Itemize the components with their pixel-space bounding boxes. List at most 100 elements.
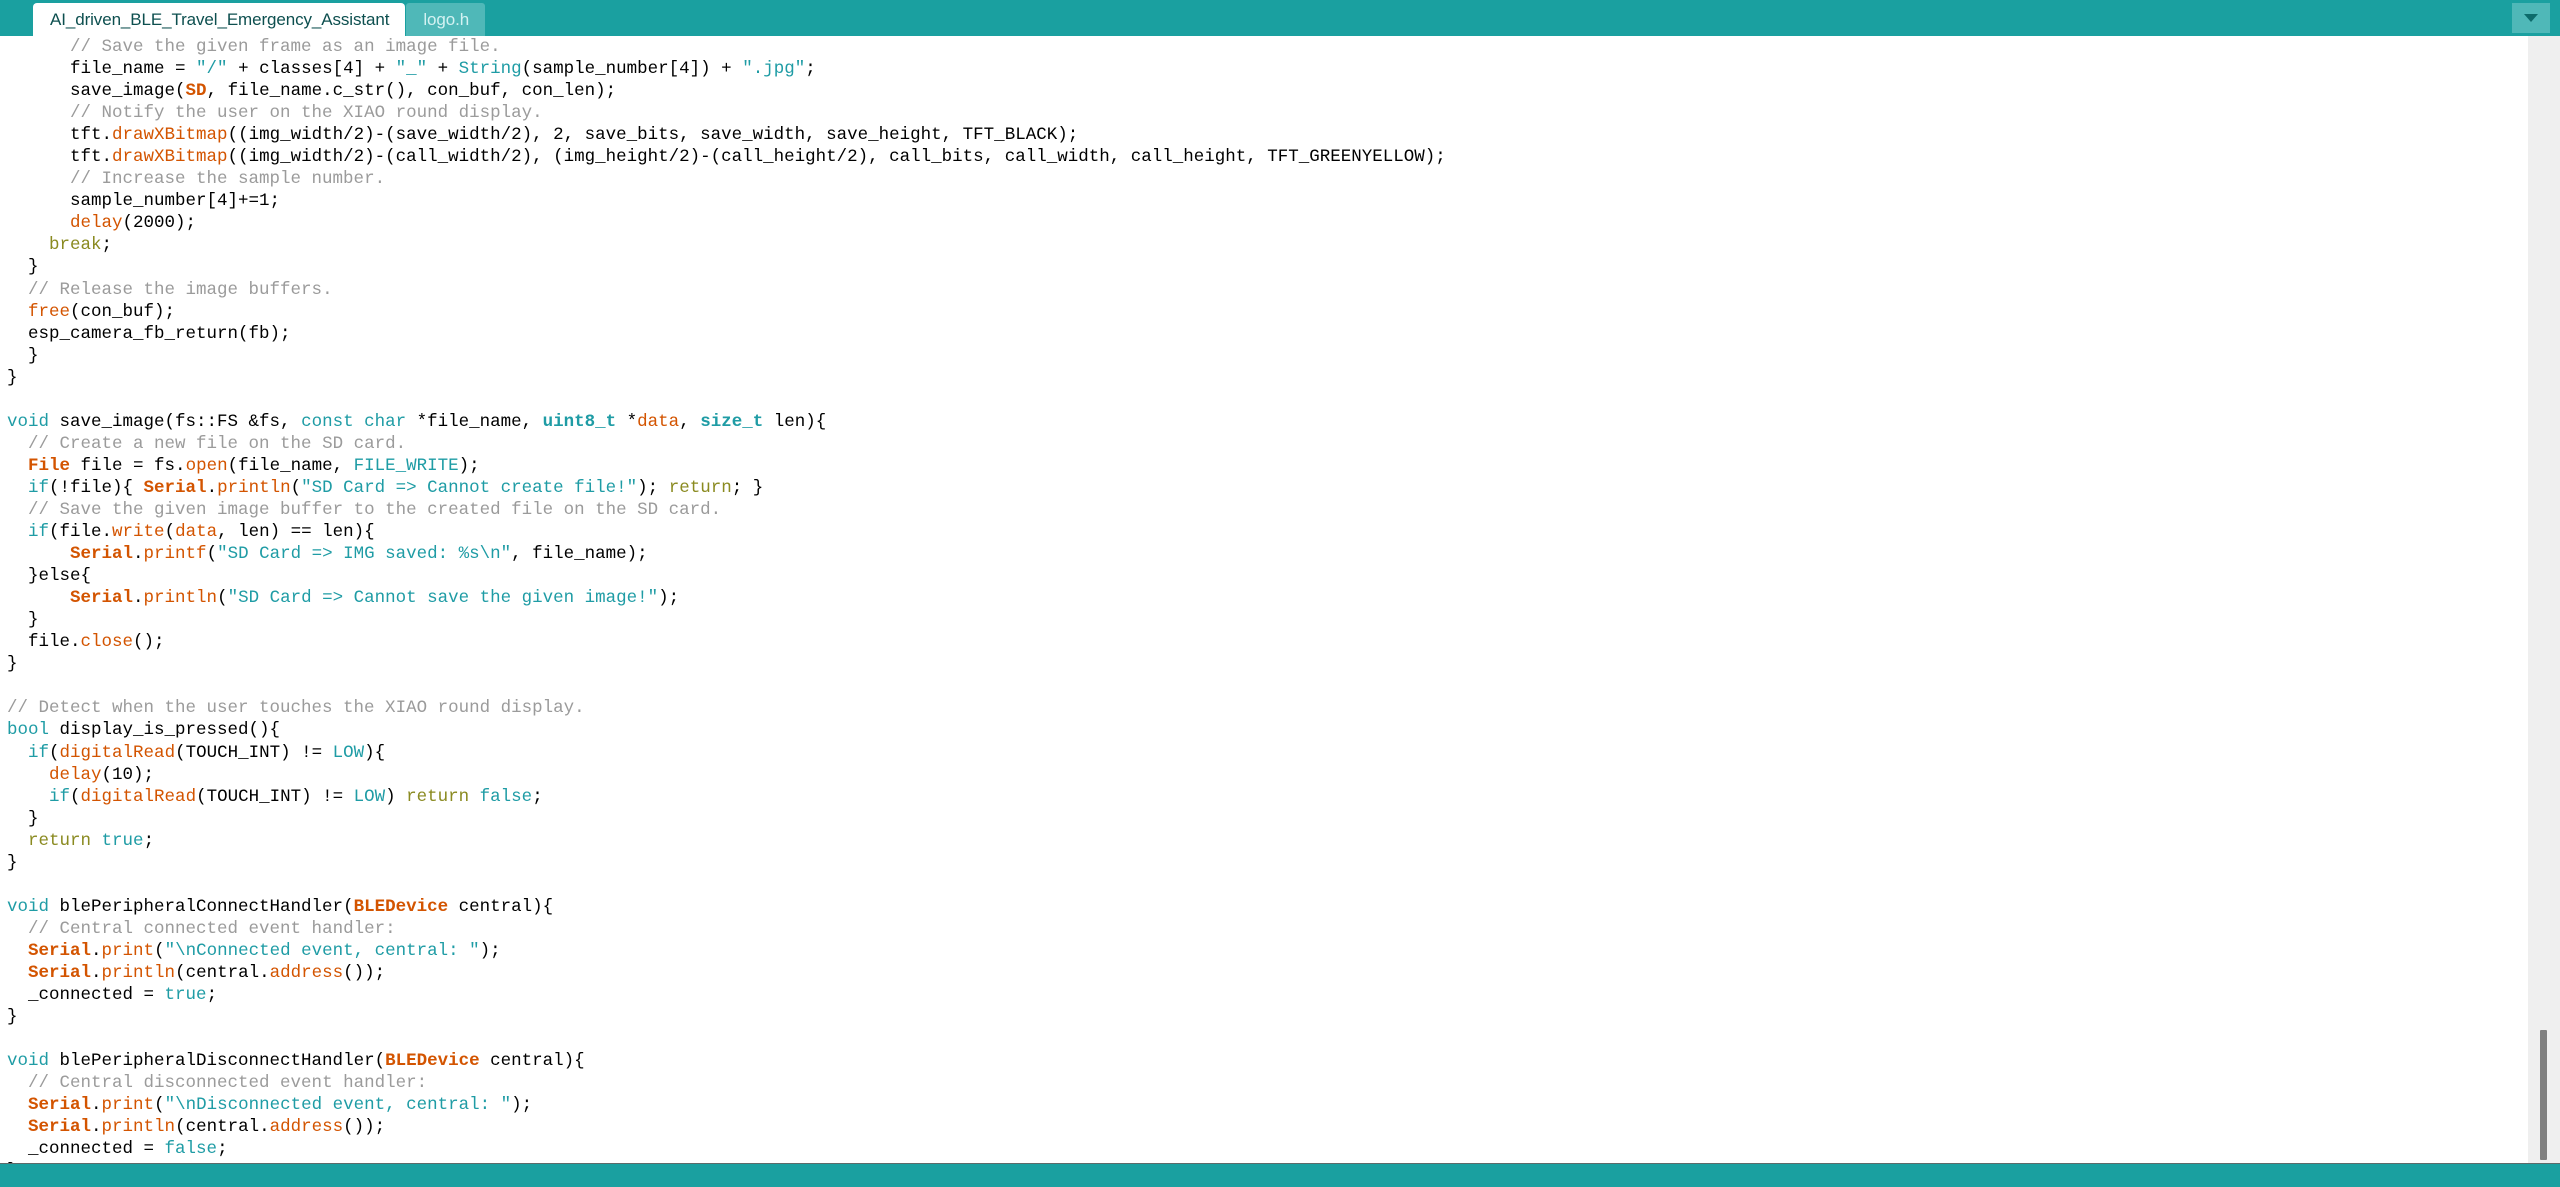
code-token: char: [364, 411, 407, 432]
code-line: if(digitalRead(TOUCH_INT) != LOW){: [0, 742, 2480, 764]
code-token: blePeripheralConnectHandler(: [49, 896, 354, 917]
code-token: ((img_width/2)-(save_width/2), 2, save_b…: [227, 125, 1079, 146]
code-line: if(file.write(data, len) == len){: [0, 521, 2480, 543]
code-token: FILE_WRITE: [353, 455, 459, 476]
code-token: Serial: [70, 544, 134, 565]
code-token: if: [28, 477, 50, 498]
code-token: String: [458, 59, 522, 80]
code-token: Serial: [28, 940, 92, 961]
tab-logo-h[interactable]: logo.h: [406, 3, 486, 36]
code-token: .: [133, 588, 144, 609]
code-token: tft.: [70, 147, 113, 168]
editor-vertical-scrollbar-thumb[interactable]: [2540, 1030, 2547, 1160]
code-token: }: [28, 345, 39, 366]
code-token: void: [7, 1051, 50, 1072]
tab-ai-driven-ble-travel-emergency-assistant[interactable]: AI_driven_BLE_Travel_Emergency_Assistant: [33, 3, 406, 36]
code-line: }: [0, 345, 2480, 367]
code-line: _connected = true;: [0, 984, 2480, 1006]
source-code-text[interactable]: // Save the given frame as an image file…: [0, 36, 2480, 1163]
code-token: println: [101, 1117, 176, 1138]
code-line: }: [0, 808, 2480, 830]
code-line: esp_camera_fb_return(fb);: [0, 323, 2480, 345]
code-token: (: [206, 544, 218, 565]
code-line: save_image(SD, file_name.c_str(), con_bu…: [0, 80, 2480, 102]
code-token: );: [658, 588, 680, 609]
editor-vertical-scrollbar-track[interactable]: [2528, 36, 2560, 1163]
code-token: }: [7, 654, 18, 675]
code-token: "SD Card => Cannot create file!": [301, 477, 638, 498]
code-token: }: [28, 808, 39, 829]
tab-overflow-menu-button[interactable]: [2512, 3, 2550, 33]
code-editor-area[interactable]: // Save the given frame as an image file…: [0, 36, 2560, 1163]
code-token: tft.: [70, 125, 113, 146]
code-token: "_": [395, 59, 428, 80]
code-line: // Increase the sample number.: [0, 168, 2480, 190]
code-token: (!file){: [49, 477, 144, 498]
code-token: false: [479, 786, 533, 807]
code-line: bool display_is_pressed(){: [0, 719, 2480, 741]
code-token: _connected =: [28, 1139, 165, 1160]
code-token: File: [28, 455, 71, 476]
code-token: data: [175, 522, 218, 543]
code-line: }: [0, 852, 2480, 874]
code-token: ;: [101, 235, 113, 256]
code-token: ();: [133, 632, 165, 653]
arduino-ide-window: AI_driven_BLE_Travel_Emergency_Assistant…: [0, 0, 2560, 1187]
code-line: Serial.println(central.address());: [0, 962, 2480, 984]
code-token: }: [7, 1007, 18, 1028]
code-line: tft.drawXBitmap((img_width/2)-(call_widt…: [0, 146, 2480, 168]
code-token: size_t: [700, 411, 764, 432]
code-token: }: [7, 367, 18, 388]
code-token: (TOUCH_INT) !=: [175, 742, 333, 763]
code-token: +: [427, 59, 459, 80]
code-line: free(con_buf);: [0, 301, 2480, 323]
code-token: (: [154, 1095, 165, 1116]
code-line: }: [0, 256, 2480, 278]
code-token: LOW: [353, 786, 386, 807]
code-token: blePeripheralDisconnectHandler(: [49, 1051, 386, 1072]
code-token: if: [28, 742, 50, 763]
code-line: delay(10);: [0, 764, 2480, 786]
code-line: if(!file){ Serial.println("SD Card => Ca…: [0, 477, 2480, 499]
code-line: void blePeripheralDisconnectHandler(BLED…: [0, 1050, 2480, 1072]
code-token: ());: [343, 962, 386, 983]
code-token: *: [616, 411, 638, 432]
code-token: BLEDevice: [353, 896, 449, 917]
code-token: len){: [763, 411, 827, 432]
code-token: digitalRead: [59, 742, 176, 763]
code-token: "SD Card => IMG saved: %s\n": [217, 544, 512, 565]
chevron-down-icon: [2523, 13, 2539, 23]
code-token: "SD Card => Cannot save the given image!…: [227, 588, 659, 609]
code-token: (TOUCH_INT) !=: [196, 786, 354, 807]
code-token: Serial: [28, 1095, 92, 1116]
code-line: file.close();: [0, 631, 2480, 653]
code-token: digitalRead: [80, 786, 197, 807]
code-token: // Save the given frame as an image file…: [70, 37, 501, 57]
code-token: }: [7, 852, 18, 873]
code-token: , len) == len){: [217, 522, 375, 543]
code-line: void save_image(fs::FS &fs, const char *…: [0, 411, 2480, 433]
code-line: return true;: [0, 830, 2480, 852]
code-line: Serial.printf("SD Card => IMG saved: %s\…: [0, 543, 2480, 565]
code-token: break: [49, 235, 102, 256]
code-line: Serial.println(central.address());: [0, 1116, 2480, 1138]
code-token: false: [164, 1139, 218, 1160]
code-token: (: [217, 588, 228, 609]
code-token: "\nConnected event, central: ": [164, 940, 480, 961]
code-token: return: [406, 786, 470, 807]
code-line: // Release the image buffers.: [0, 279, 2480, 301]
code-token: print: [101, 1095, 155, 1116]
code-token: .: [206, 477, 218, 498]
code-token: Serial: [70, 588, 134, 609]
code-line: void blePeripheralConnectHandler(BLEDevi…: [0, 896, 2480, 918]
code-token: file_name =: [70, 59, 197, 80]
code-token: ; }: [731, 477, 764, 498]
code-token: void: [7, 896, 50, 917]
code-token: save_image(: [70, 81, 186, 102]
code-line: sample_number[4]+=1;: [0, 190, 2480, 212]
code-token: data: [637, 411, 680, 432]
code-token: void: [7, 411, 50, 432]
code-line: }: [0, 367, 2480, 389]
